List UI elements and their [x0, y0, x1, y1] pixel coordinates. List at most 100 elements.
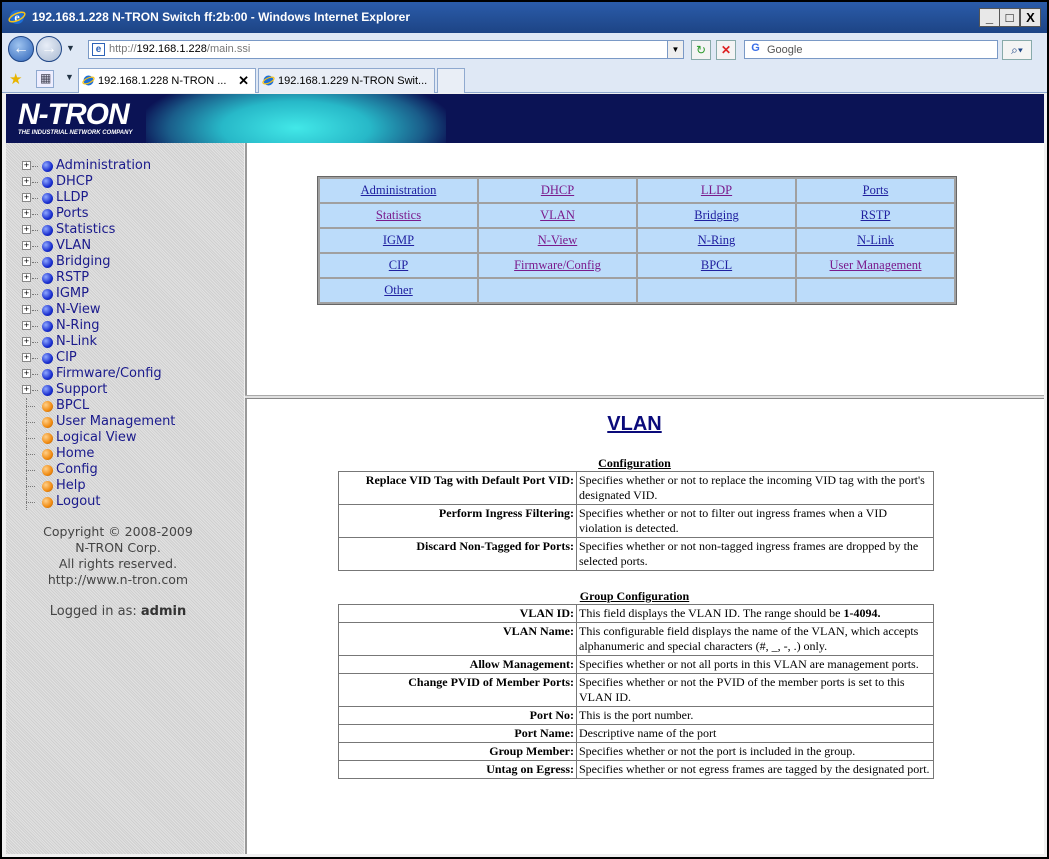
help-row: Change PVID of Member Ports: Specifies wh… [338, 673, 934, 707]
nav-grid-link-rstp[interactable]: RSTP [861, 208, 891, 222]
nav-grid-link-ports[interactable]: Ports [863, 183, 889, 197]
nav-grid-link-dhcp[interactable]: DHCP [541, 183, 574, 197]
tree-line [32, 390, 38, 391]
expand-icon[interactable]: + [22, 337, 31, 346]
expand-icon[interactable]: + [22, 353, 31, 362]
expand-icon[interactable]: + [22, 369, 31, 378]
search-input[interactable]: G Google [744, 40, 998, 59]
expand-icon[interactable]: + [22, 321, 31, 330]
help-row: VLAN ID: This field displays the VLAN ID.… [338, 604, 934, 623]
address-bar[interactable]: e http://192.168.1.228/main.ssi ▼ [88, 40, 684, 59]
nav-grid-link-cip[interactable]: CIP [389, 258, 408, 272]
tree-line [32, 358, 38, 359]
nav-grid-cell[interactable]: Bridging [638, 204, 795, 227]
nav-grid-cell[interactable]: Other [320, 279, 477, 302]
nav-grid-link-igmp[interactable]: IGMP [383, 233, 414, 247]
nav-grid-cell[interactable]: LLDP [638, 179, 795, 202]
nav-grid-cell[interactable]: IGMP [320, 229, 477, 252]
nav-grid-link-statistics[interactable]: Statistics [376, 208, 421, 222]
sidebar-item-label: Config [56, 462, 98, 477]
nav-grid-cell[interactable]: N-Ring [638, 229, 795, 252]
tab-list-dropdown-icon[interactable]: ▼ [65, 72, 74, 82]
search-icon: ⌕▾ [1011, 43, 1023, 57]
tree-line [26, 470, 35, 471]
close-window-button[interactable]: X [1020, 8, 1041, 27]
nav-grid-link-n-view[interactable]: N-View [538, 233, 578, 247]
folder-bullet-icon [42, 193, 53, 204]
help-field-name: Replace VID Tag with Default Port VID: [338, 471, 577, 505]
sidebar-item-label: N-Link [56, 334, 98, 349]
new-tab-button[interactable] [437, 68, 465, 93]
sidebar-item-label: Logical View [56, 430, 137, 445]
nav-grid-link-vlan[interactable]: VLAN [540, 208, 575, 222]
close-tab-icon[interactable]: ✕ [238, 73, 249, 89]
back-button[interactable]: ← [8, 36, 34, 62]
nav-grid-link-administration[interactable]: Administration [361, 183, 437, 197]
help-field-description: Specifies whether or not to filter out i… [576, 504, 934, 538]
nav-grid-cell[interactable]: DHCP [479, 179, 636, 202]
quick-tabs-button[interactable]: ▦ [36, 70, 54, 88]
nav-grid-cell[interactable]: VLAN [479, 204, 636, 227]
nav-grid-link-bridging[interactable]: Bridging [694, 208, 738, 222]
stop-button[interactable]: ✕ [716, 40, 736, 60]
address-dropdown-icon[interactable]: ▼ [667, 41, 683, 58]
nav-grid-cell[interactable]: User Management [797, 254, 954, 277]
refresh-button[interactable]: ↻ [691, 40, 711, 60]
expand-icon[interactable]: + [22, 209, 31, 218]
help-row: Allow Management: Specifies whether or no… [338, 655, 934, 674]
ntron-banner: N-TRON THE INDUSTRIAL NETWORK COMPANY [6, 94, 1044, 143]
nav-grid: Administration DHCP LLDP Ports Statistics VLA… [317, 176, 957, 305]
tree-line [26, 406, 35, 407]
config-heading: Configuration [598, 456, 671, 470]
stop-icon: ✕ [720, 43, 732, 57]
nav-grid-link-n-link[interactable]: N-Link [857, 233, 894, 247]
expand-icon[interactable]: + [22, 161, 31, 170]
favorites-star-icon[interactable]: ★ [9, 70, 22, 88]
expand-icon[interactable]: + [22, 273, 31, 282]
window-title: 192.168.1.228 N-TRON Switch ff:2b:00 - W… [32, 10, 410, 24]
page-bullet-icon [42, 433, 53, 444]
nav-grid-cell[interactable]: BPCL [638, 254, 795, 277]
nav-grid-link-user-management[interactable]: User Management [830, 258, 922, 272]
page-bullet-icon [42, 497, 53, 508]
nav-grid-link-other[interactable]: Other [384, 283, 412, 297]
logged-in-user: admin [140, 604, 187, 619]
ie-logo-icon: e [8, 10, 26, 24]
nav-grid-cell[interactable]: CIP [320, 254, 477, 277]
maximize-button[interactable]: □ [999, 8, 1020, 27]
title-bar: e 192.168.1.228 N-TRON Switch ff:2b:00 -… [2, 2, 1047, 33]
expand-icon[interactable]: + [22, 289, 31, 298]
expand-icon[interactable]: + [22, 241, 31, 250]
tab-0[interactable]: 192.168.1.228 N-TRON ... ✕ [78, 68, 256, 93]
sidebar-item-label: User Management [56, 414, 176, 429]
tree-line [32, 262, 38, 263]
nav-grid-link-bpcl[interactable]: BPCL [701, 258, 732, 272]
nav-grid-link-lldp[interactable]: LLDP [701, 183, 732, 197]
sidebar-item-label: Help [56, 478, 86, 493]
nav-grid-cell[interactable]: RSTP [797, 204, 954, 227]
folder-bullet-icon [42, 369, 53, 380]
expand-icon[interactable]: + [22, 305, 31, 314]
history-dropdown-icon[interactable]: ▼ [66, 43, 75, 53]
expand-icon[interactable]: + [22, 225, 31, 234]
expand-icon[interactable]: + [22, 385, 31, 394]
nav-grid-cell[interactable]: Firmware/Config [479, 254, 636, 277]
expand-icon[interactable]: + [22, 177, 31, 186]
sidebar-nav: + Administration + DHCP + LLDP + Ports + Statisti… [6, 143, 244, 854]
tab-1[interactable]: 192.168.1.229 N-TRON Swit... [258, 68, 435, 93]
nav-grid-cell[interactable]: Statistics [320, 204, 477, 227]
nav-grid-cell[interactable]: N-Link [797, 229, 954, 252]
nav-grid-link-firmware-config[interactable]: Firmware/Config [514, 258, 601, 272]
nav-grid-cell [479, 279, 636, 302]
minimize-button[interactable]: _ [979, 8, 1000, 27]
expand-icon[interactable]: + [22, 257, 31, 266]
search-button[interactable]: ⌕▾ [1002, 40, 1032, 60]
nav-grid-cell[interactable]: Ports [797, 179, 954, 202]
tree-line [26, 502, 35, 503]
nav-grid-cell[interactable]: Administration [320, 179, 477, 202]
nav-grid-cell[interactable]: N-View [479, 229, 636, 252]
nav-grid-link-n-ring[interactable]: N-Ring [698, 233, 736, 247]
address-toolbar: ← → ▼ e http://192.168.1.228/main.ssi ▼ … [2, 33, 1047, 65]
forward-button[interactable]: → [36, 36, 62, 62]
expand-icon[interactable]: + [22, 193, 31, 202]
